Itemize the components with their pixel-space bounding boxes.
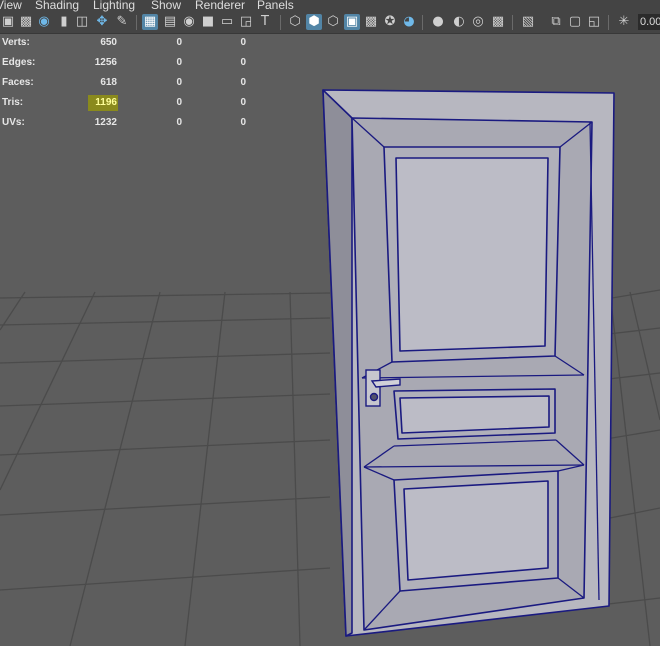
- handle-lever: [370, 378, 401, 388]
- xray-joints-icon[interactable]: ▢: [567, 14, 583, 30]
- wireframe-icon[interactable]: ⬡: [287, 14, 303, 30]
- camera-select-icon[interactable]: ▣: [0, 14, 16, 30]
- keyhole: [369, 392, 379, 402]
- camera-attributes-icon[interactable]: ▩: [18, 14, 34, 30]
- textured-icon[interactable]: ▣: [344, 14, 360, 30]
- menu-renderer[interactable]: Renderer: [195, 0, 245, 12]
- image-plane-icon[interactable]: ◫: [74, 14, 90, 30]
- hud-row-edges: Edges: 1256 0 0: [0, 55, 260, 71]
- hud-value-selected: 0: [176, 117, 182, 128]
- hud-value-selected: 0: [176, 77, 182, 88]
- field-chart-icon[interactable]: ▭: [219, 14, 235, 30]
- 2d-pan-zoom-icon[interactable]: ✥: [94, 14, 110, 30]
- screen-space-ao-icon[interactable]: ◕: [401, 14, 417, 30]
- toolbar-separator: [512, 15, 513, 30]
- panel-menubar: View Shading Lighting Show Renderer Pane…: [0, 0, 660, 12]
- hud-label: Verts:: [2, 37, 30, 48]
- hud-row-verts: Verts: 650 0 0: [0, 35, 260, 51]
- hud-value-component: 0: [240, 117, 246, 128]
- menu-panels[interactable]: Panels: [257, 0, 294, 12]
- menu-shading[interactable]: Shading: [35, 0, 79, 12]
- gate-mask-icon[interactable]: ■: [200, 14, 216, 30]
- wireframe-overlay-icon[interactable]: ◱: [586, 14, 602, 30]
- isolate-select-icon[interactable]: ▩: [490, 14, 506, 30]
- xray-active-components-icon[interactable]: ⧉: [548, 14, 564, 30]
- exposure-field[interactable]: 0.00: [638, 14, 660, 30]
- hud-value-object: 650: [100, 37, 117, 48]
- hud-row-tris: Tris: 1196 0 0: [0, 95, 260, 111]
- hud-value-selected: 0: [176, 57, 182, 68]
- xray-icon[interactable]: ▧: [520, 14, 536, 30]
- toolbar-separator: [136, 15, 137, 30]
- door-bottom-panel: [403, 480, 549, 581]
- hud-label: Tris:: [2, 97, 24, 108]
- door-model[interactable]: [322, 89, 615, 637]
- hud-value-object: 618: [100, 77, 117, 88]
- smooth-shade-icon[interactable]: ⬢: [306, 14, 322, 30]
- toolbar-separator: [608, 15, 609, 30]
- multisample-aa-icon[interactable]: ◐: [451, 14, 467, 30]
- hud-value-selected: 0: [176, 37, 182, 48]
- door-middle-panel: [399, 395, 550, 434]
- hud-value-selected: 0: [176, 97, 182, 108]
- door-top-panel: [395, 157, 549, 352]
- hud-value-object-highlighted: 1196: [88, 95, 118, 111]
- hud-label: Faces:: [2, 77, 34, 88]
- hud-row-faces: Faces: 618 0 0: [0, 75, 260, 91]
- bookmark-icon[interactable]: ▮: [56, 14, 72, 30]
- hud-value-component: 0: [240, 57, 246, 68]
- hud-label: Edges:: [2, 57, 36, 68]
- resolution-gate-icon[interactable]: ◉: [181, 14, 197, 30]
- exposure-icon[interactable]: ✳: [616, 14, 632, 30]
- shadows-icon[interactable]: ✪: [382, 14, 398, 30]
- safe-action-icon[interactable]: ◲: [238, 14, 254, 30]
- grease-pencil-icon[interactable]: ✎: [114, 14, 130, 30]
- menu-lighting[interactable]: Lighting: [93, 0, 135, 12]
- menu-view[interactable]: View: [0, 0, 22, 12]
- use-all-lights-icon[interactable]: ▩: [363, 14, 379, 30]
- hud-value-object: 1232: [94, 117, 117, 128]
- safe-title-icon[interactable]: T: [257, 14, 273, 30]
- maya-viewport-panel: View Shading Lighting Show Renderer Pane…: [0, 0, 660, 646]
- hud-row-uvs: UVs: 1232 0 0: [0, 115, 260, 131]
- film-gate-icon[interactable]: ▤: [162, 14, 178, 30]
- hud-value-object: 1256: [94, 57, 117, 68]
- hud-label: UVs:: [2, 117, 25, 128]
- toolbar-separator: [422, 15, 423, 30]
- hud-value-component: 0: [240, 97, 246, 108]
- toolbar-separator: [280, 15, 281, 30]
- wireframe-on-shaded-icon[interactable]: ⬡: [325, 14, 341, 30]
- bookmarks-icon[interactable]: ◉: [36, 14, 52, 30]
- panel-toolbar: ▣ ▩ ◉ ▮ ◫ ✥ ✎ ▦ ▤ ◉ ■ ▭ ◲ T ⬡ ⬢ ⬡ ▣ ▩ ✪ …: [0, 12, 660, 34]
- grid-icon[interactable]: ▦: [142, 14, 158, 30]
- depth-of-field-icon[interactable]: ◎: [470, 14, 486, 30]
- motion-blur-icon[interactable]: ●: [430, 14, 446, 30]
- menu-show[interactable]: Show: [151, 0, 181, 12]
- hud-value-component: 0: [240, 77, 246, 88]
- hud-value-component: 0: [240, 37, 246, 48]
